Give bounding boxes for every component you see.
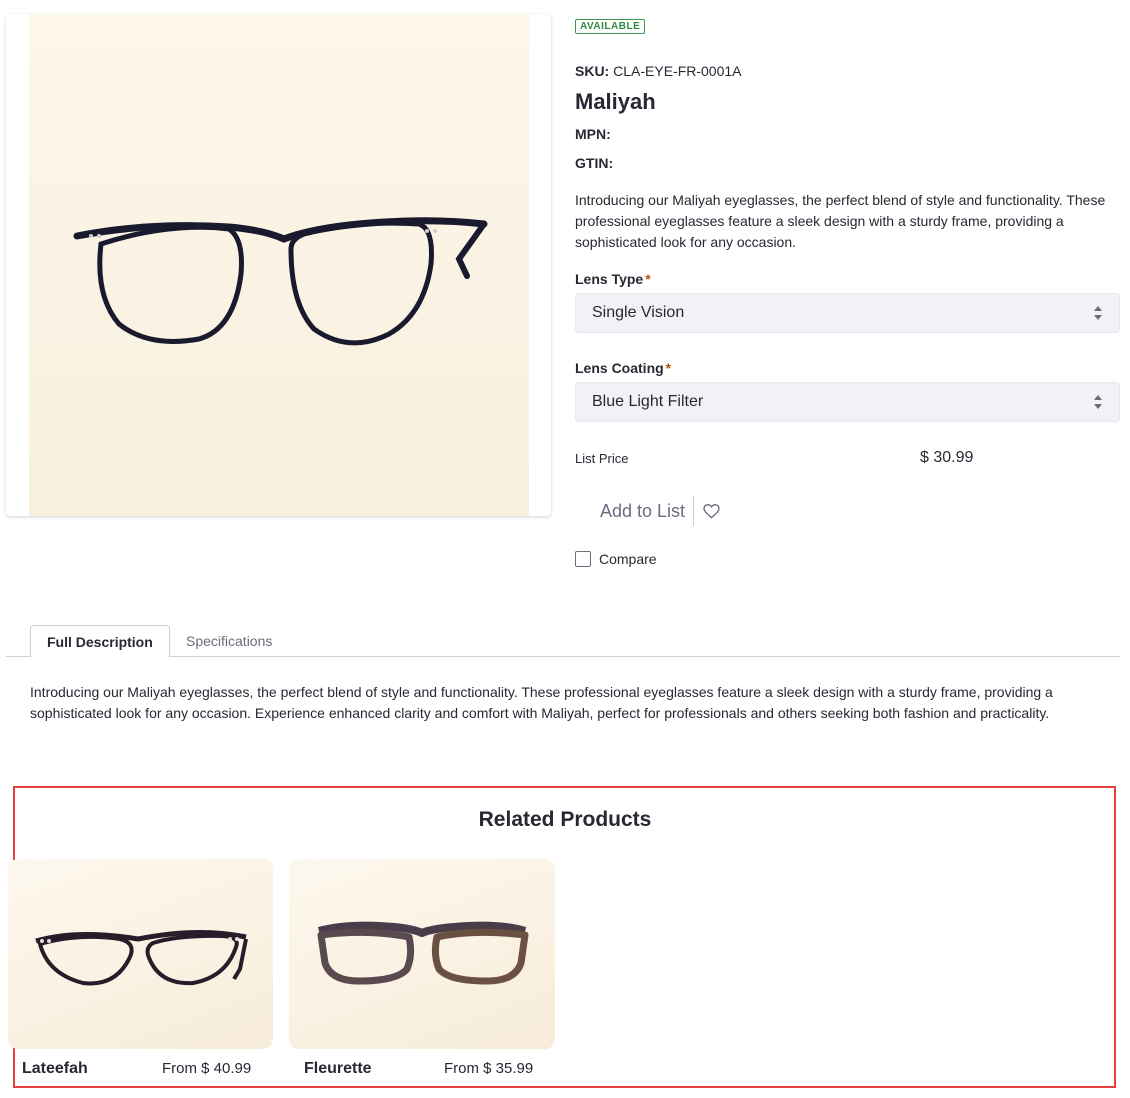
compare-checkbox[interactable] xyxy=(575,551,591,567)
heart-icon[interactable] xyxy=(694,496,728,526)
availability-badge: AVAILABLE xyxy=(575,19,646,34)
lens-type-select[interactable]: Single Vision xyxy=(575,293,1120,333)
tab-specifications[interactable]: Specifications xyxy=(170,625,288,657)
sku-label: SKU: xyxy=(575,63,610,79)
related-products-title: Related Products xyxy=(478,808,652,831)
eyeglasses-icon xyxy=(73,217,488,346)
sku-value: CLA-EYE-FR-0001A xyxy=(613,63,742,79)
list-price-value: $ 30.99 xyxy=(920,449,974,466)
full-description: Introducing our Maliyah eyeglasses, the … xyxy=(30,684,1053,721)
product-title: Maliyah xyxy=(575,89,656,114)
related-product-image-lateefah[interactable] xyxy=(8,859,273,1049)
select-arrows-icon xyxy=(1094,306,1102,320)
related-product-name[interactable]: Lateefah xyxy=(22,1060,88,1078)
lens-type-label: Lens Type * xyxy=(575,271,651,287)
lens-coating-value: Blue Light Filter xyxy=(592,393,704,410)
select-arrows-icon xyxy=(1094,395,1102,409)
eyeglasses-icon xyxy=(317,921,529,985)
mpn-label: MPN: xyxy=(575,126,611,142)
compare-toggle[interactable]: Compare xyxy=(575,551,657,567)
required-marker: * xyxy=(645,271,651,287)
sku: SKU: CLA-EYE-FR-0001A xyxy=(575,63,742,79)
related-product-name[interactable]: Fleurette xyxy=(304,1060,372,1078)
product-image-card[interactable] xyxy=(6,14,551,516)
lens-coating-label-text: Lens Coating xyxy=(575,360,664,376)
tab-full-description[interactable]: Full Description xyxy=(30,625,170,658)
lens-type-value: Single Vision xyxy=(592,304,685,321)
eyeglasses-icon xyxy=(35,929,248,986)
related-product-price: From $ 35.99 xyxy=(444,1060,534,1077)
add-to-list-label[interactable]: Add to List xyxy=(590,496,695,526)
product-image xyxy=(29,14,529,516)
add-to-list-button[interactable]: Add to List xyxy=(590,496,728,526)
description-tabs: Full Description Specifications xyxy=(6,625,1120,658)
required-marker: * xyxy=(665,360,672,376)
list-price-label: List Price xyxy=(575,451,629,466)
lens-coating-label: Lens Coating * xyxy=(575,360,671,376)
lens-type-label-text: Lens Type xyxy=(575,271,644,287)
related-product-price: From $ 40.99 xyxy=(162,1060,252,1077)
lens-coating-select[interactable]: Blue Light Filter xyxy=(575,382,1120,422)
gtin-label: GTIN: xyxy=(575,155,614,171)
related-product-image-fleurette[interactable] xyxy=(289,859,555,1049)
short-description: Introducing our Maliyah eyeglasses, the … xyxy=(575,192,1106,250)
compare-label: Compare xyxy=(599,551,657,567)
